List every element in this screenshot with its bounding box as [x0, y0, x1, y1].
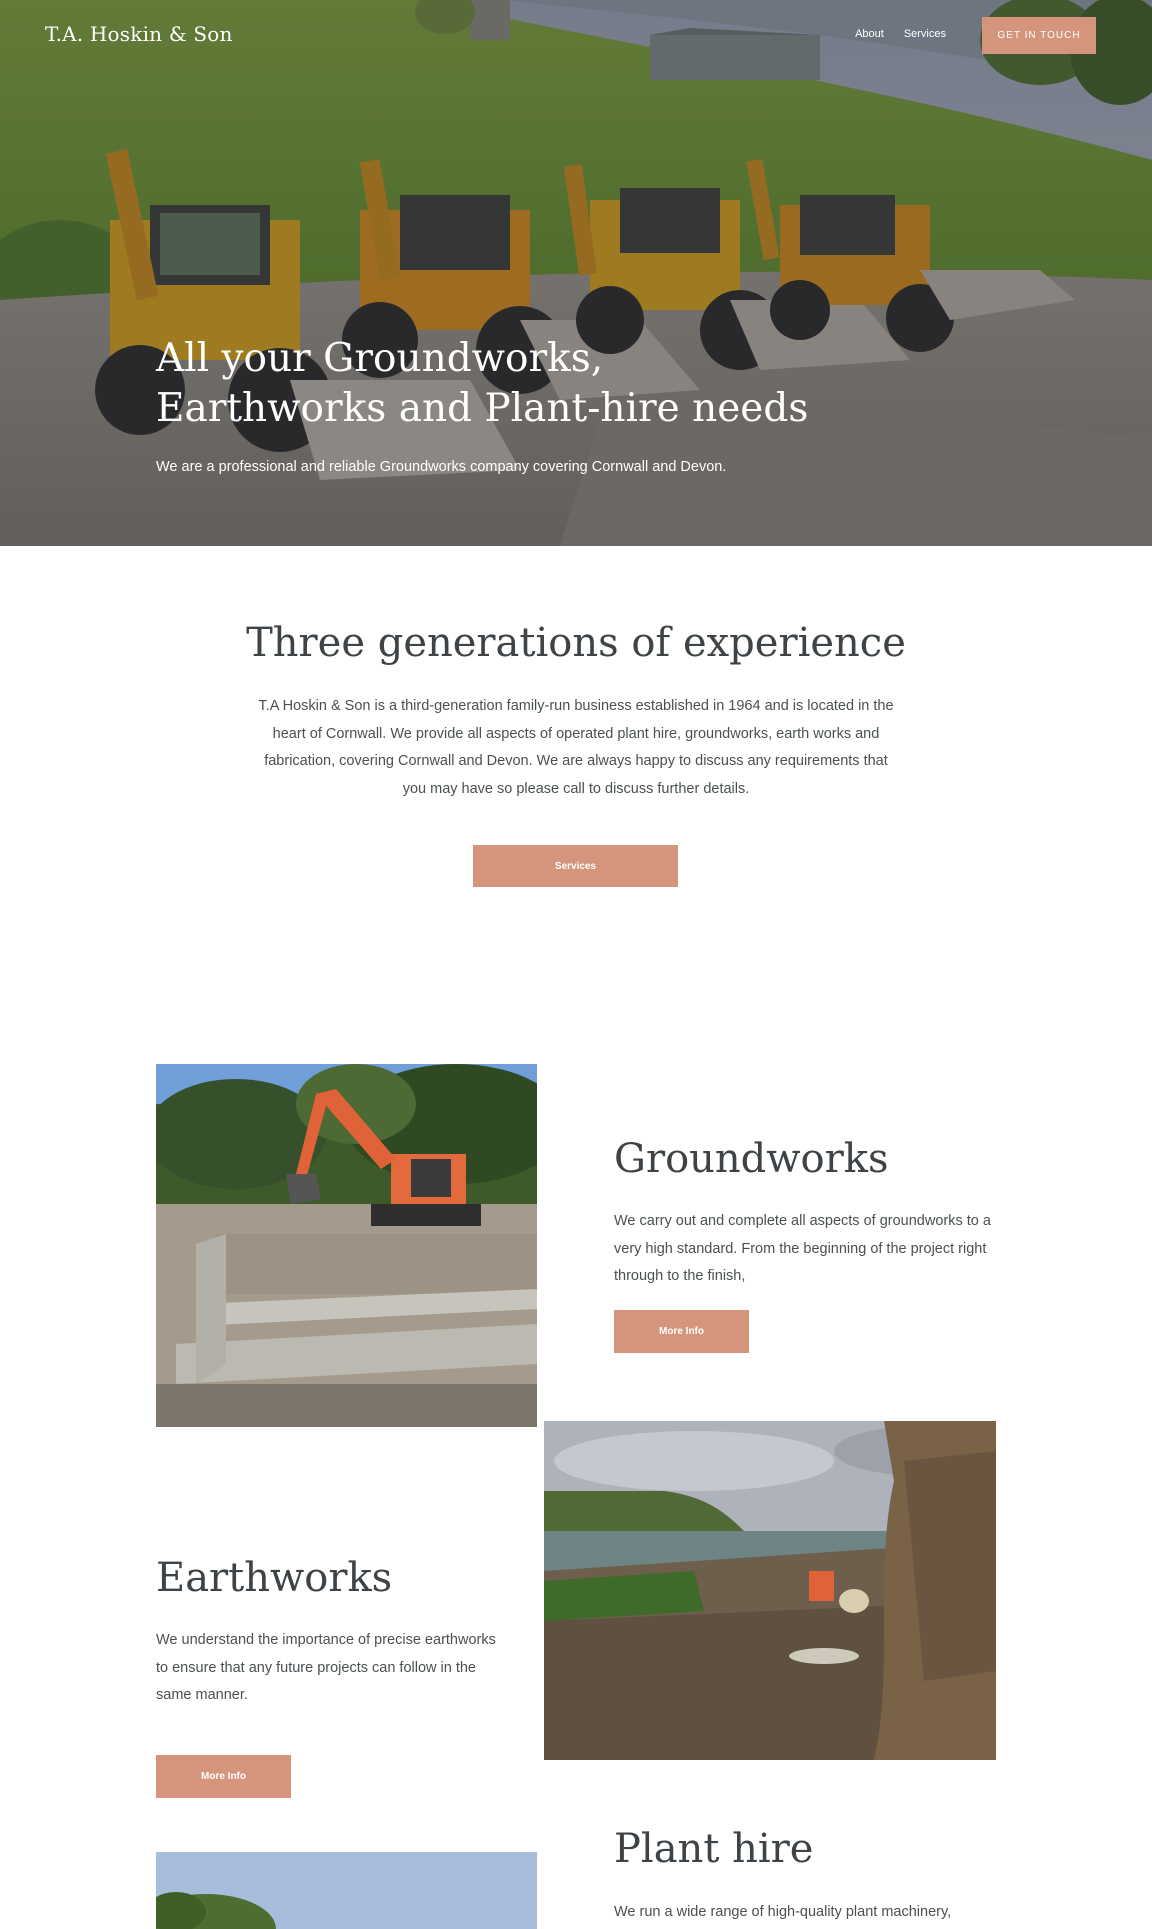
plant-hire-text: We run a wide range of high-quality plan…	[614, 1904, 952, 1920]
earthworks-text: We understand the importance of precise …	[156, 1632, 496, 1703]
groundworks-photo	[156, 1064, 537, 1427]
plant-hire-photo	[156, 1852, 537, 1929]
groundworks-text: We carry out and complete all aspects of…	[614, 1213, 991, 1284]
intro-title: Three generations of experience	[246, 620, 906, 666]
hero-title: All your Groundworks, Earthworks and Pla…	[156, 336, 809, 431]
earthworks-photo	[544, 1421, 996, 1760]
groundworks-title: Groundworks	[614, 1136, 889, 1182]
services-button[interactable]: Services	[473, 845, 678, 887]
main-nav: About Services	[855, 28, 946, 40]
hero-section: T.A. Hoskin & Son About Services GET IN …	[0, 0, 1152, 546]
hero-subtitle: We are a professional and reliable Groun…	[156, 459, 727, 475]
intro-text: T.A Hoskin & Son is a third-generation f…	[258, 698, 894, 797]
nav-link-services[interactable]: Services	[904, 28, 946, 40]
plant-hire-title: Plant hire	[614, 1826, 814, 1872]
nav-link-about[interactable]: About	[855, 28, 884, 40]
earthworks-title: Earthworks	[156, 1555, 393, 1601]
brand-logo[interactable]: T.A. Hoskin & Son	[45, 22, 233, 46]
groundworks-more-info-button[interactable]: More Info	[614, 1310, 749, 1353]
get-in-touch-button[interactable]: GET IN TOUCH	[982, 17, 1096, 54]
earthworks-more-info-button[interactable]: More Info	[156, 1755, 291, 1798]
